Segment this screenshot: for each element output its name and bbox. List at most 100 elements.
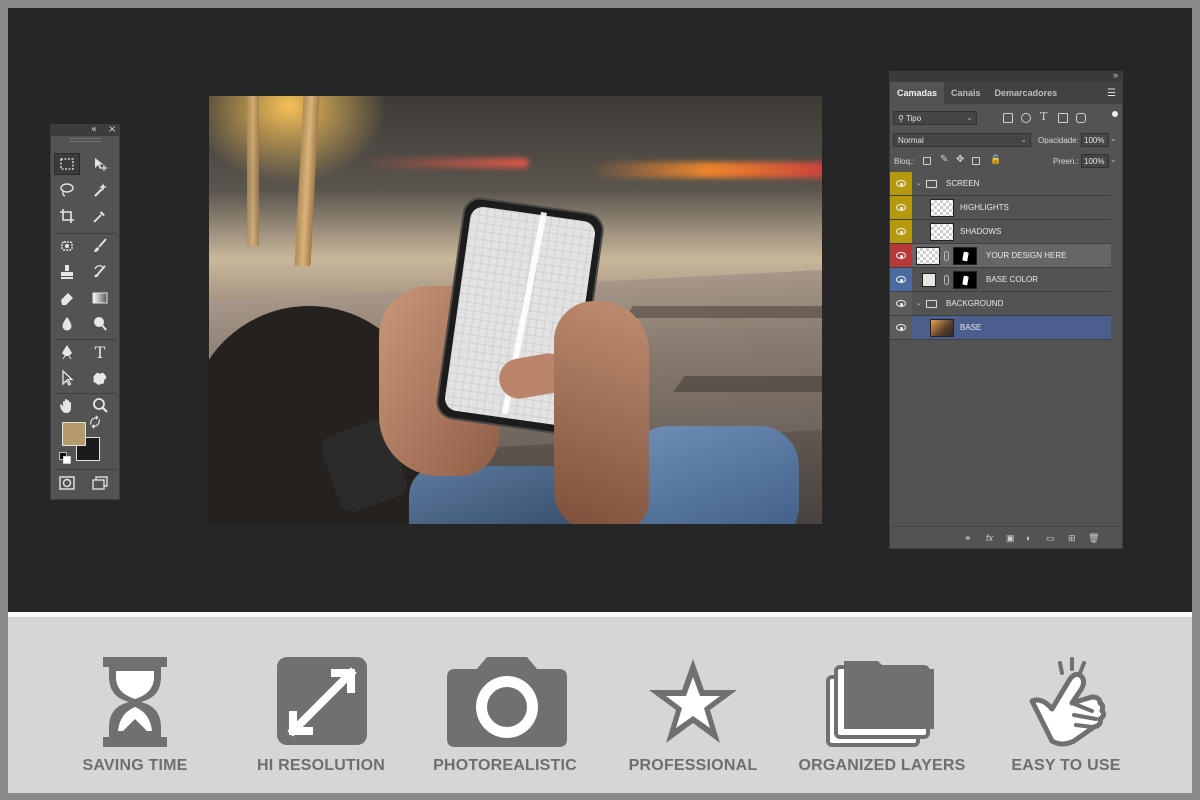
photo-light-streak: [359, 158, 529, 168]
folder-icon[interactable]: ▭: [1046, 533, 1055, 544]
chevron-down-icon[interactable]: ⌄: [916, 179, 922, 187]
lock-image-icon[interactable]: ✎: [940, 154, 948, 165]
layer-thumbnail: [930, 223, 954, 241]
new-layer-icon[interactable]: ⊞: [1068, 533, 1076, 544]
spot-healing-icon[interactable]: [54, 235, 80, 257]
default-colors-icon[interactable]: [58, 451, 72, 465]
filter-type-icon[interactable]: T: [1040, 110, 1047, 123]
collapse-panel-icon[interactable]: «: [91, 124, 97, 135]
clone-stamp-icon[interactable]: [54, 261, 80, 283]
panel-grip[interactable]: [69, 138, 101, 142]
history-brush-icon[interactable]: [87, 261, 113, 283]
hand-icon[interactable]: [54, 395, 80, 417]
canvas-photo: [209, 96, 822, 524]
folder-icon: [926, 300, 937, 308]
eye-icon: [896, 180, 906, 187]
eye-icon: [896, 276, 906, 283]
layer-row-base-color[interactable]: BASE COLOR: [890, 268, 1111, 292]
smart-object-thumbnail: [916, 247, 940, 265]
panel-menu-icon[interactable]: ☰: [1107, 88, 1116, 99]
path-selection-icon[interactable]: [54, 367, 80, 389]
filter-kind-value: Tipo: [905, 114, 922, 123]
lock-position-icon[interactable]: ✥: [956, 154, 964, 165]
dodge-icon[interactable]: [87, 313, 113, 335]
eye-icon: [896, 252, 906, 259]
lock-all-icon[interactable]: 🔒: [990, 154, 1001, 165]
tab-canais[interactable]: Canais: [944, 82, 988, 104]
tab-demarcadores[interactable]: Demarcadores: [988, 82, 1065, 104]
chevron-down-icon[interactable]: ⌄: [1110, 134, 1117, 143]
link-icon[interactable]: ⚭: [964, 533, 972, 544]
fx-icon[interactable]: fx: [986, 533, 993, 543]
type-icon[interactable]: T: [87, 341, 113, 363]
foreground-color-swatch[interactable]: [62, 422, 86, 446]
tab-camadas[interactable]: Camadas: [890, 82, 945, 104]
visibility-toggle[interactable]: [890, 268, 912, 291]
collapse-panel-icon[interactable]: »: [1113, 70, 1118, 80]
blur-icon[interactable]: [54, 313, 80, 335]
layer-thumbnail: [930, 319, 954, 337]
layers-panel-header: »: [890, 70, 1122, 82]
opacity-input[interactable]: 100%: [1081, 133, 1109, 147]
magic-wand-icon[interactable]: [87, 179, 113, 201]
search-icon: ⚲: [898, 114, 904, 123]
gradient-icon[interactable]: [87, 287, 113, 309]
folder-icon: [926, 180, 937, 188]
chevron-down-icon: ⌄: [966, 113, 973, 122]
fill-input[interactable]: 100%: [1081, 154, 1109, 168]
move-icon[interactable]: [87, 153, 113, 175]
layer-name: BASE: [960, 323, 982, 332]
adjustment-icon[interactable]: ◐: [1026, 533, 1031, 543]
lock-label: Bloq.:: [894, 157, 915, 166]
filter-adjustment-icon[interactable]: [1021, 113, 1031, 123]
layer-row-your-design-here[interactable]: YOUR DESIGN HERE: [890, 244, 1111, 268]
close-panel-icon[interactable]: ×: [108, 124, 116, 135]
link-icon[interactable]: [944, 251, 949, 261]
rectangular-marquee-icon[interactable]: [54, 153, 80, 175]
mask-icon[interactable]: ▣: [1006, 533, 1015, 544]
hourglass-icon: [103, 657, 167, 747]
eyedropper-icon[interactable]: [87, 205, 113, 227]
eye-icon: [896, 324, 906, 331]
filter-shape-icon[interactable]: [1058, 113, 1068, 123]
filter-kind-select[interactable]: ⚲ Tipo ⌄: [893, 111, 977, 125]
quick-mask-icon[interactable]: [54, 472, 80, 494]
crop-icon[interactable]: [54, 205, 80, 227]
visibility-toggle[interactable]: [890, 292, 912, 315]
lasso-icon[interactable]: [54, 179, 80, 201]
eraser-icon[interactable]: [54, 287, 80, 309]
chevron-down-icon[interactable]: ⌄: [1110, 155, 1117, 164]
lock-transparent-icon[interactable]: [923, 157, 931, 165]
type-tool-glyph: T: [94, 342, 106, 362]
feature-easy-to-use: EASY TO USE: [956, 617, 1176, 793]
trash-icon[interactable]: 🗑: [1088, 533, 1099, 544]
pen-icon[interactable]: [54, 341, 80, 363]
filter-smart-object-icon[interactable]: [1076, 113, 1086, 123]
tool-separator: [55, 393, 117, 394]
layer-row-background[interactable]: ⌄ BACKGROUND: [890, 292, 1111, 316]
feature-professional: PROFESSIONAL: [583, 617, 803, 793]
eye-icon: [896, 300, 906, 307]
chevron-down-icon[interactable]: ⌄: [916, 299, 922, 307]
visibility-toggle[interactable]: [890, 316, 912, 339]
visibility-toggle[interactable]: [890, 220, 912, 243]
visibility-toggle[interactable]: [890, 244, 912, 267]
screen-mode-icon[interactable]: [87, 472, 113, 494]
custom-shape-icon[interactable]: [87, 367, 113, 389]
layer-row-highlights[interactable]: HIGHLIGHTS: [890, 196, 1111, 220]
layer-row-shadows[interactable]: SHADOWS: [890, 220, 1111, 244]
filter-toggle-icon[interactable]: [1112, 111, 1118, 117]
pointing-hand-icon: [1029, 657, 1107, 747]
filter-pixel-icon[interactable]: [1003, 113, 1013, 123]
brush-icon[interactable]: [87, 235, 113, 257]
swap-colors-icon[interactable]: [87, 415, 103, 429]
layer-row-base[interactable]: BASE: [890, 316, 1111, 340]
blend-mode-select[interactable]: Normal ⌄: [893, 133, 1031, 147]
layer-row-screen[interactable]: ⌄ SCREEN: [890, 172, 1111, 196]
visibility-toggle[interactable]: [890, 172, 912, 195]
link-icon[interactable]: [944, 275, 949, 285]
photo-tree-trunk: [247, 96, 259, 246]
fill-thumbnail: [922, 273, 936, 287]
visibility-toggle[interactable]: [890, 196, 912, 219]
lock-artboard-icon[interactable]: [972, 157, 980, 165]
